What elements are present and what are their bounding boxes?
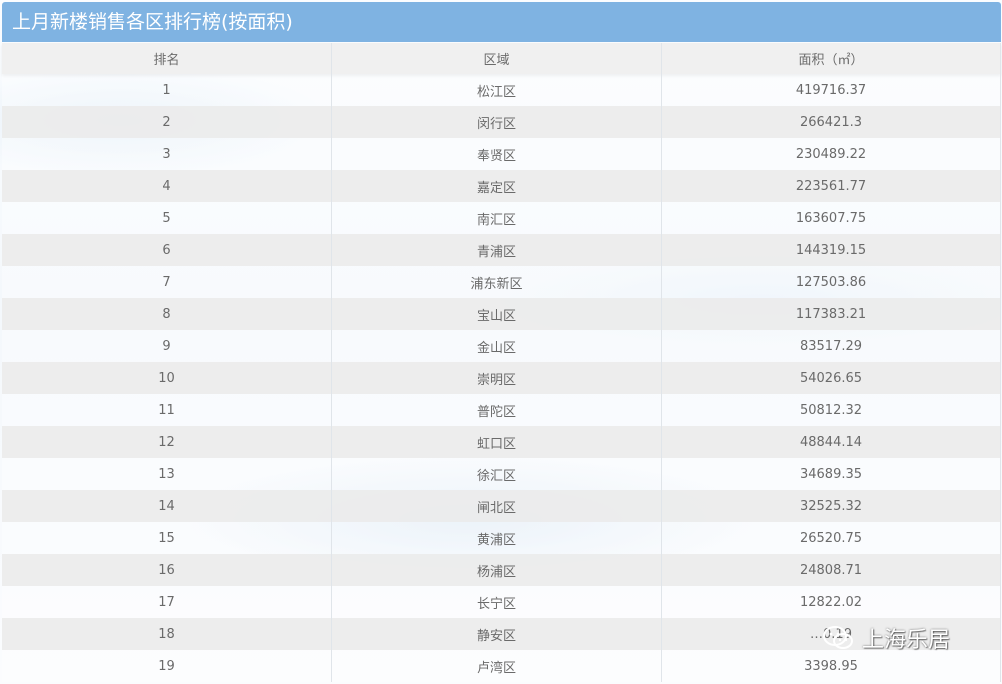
table-row: 5 南汇区 163607.75 bbox=[2, 202, 1001, 234]
cell-area: 3398.95 bbox=[662, 650, 1001, 682]
cell-district: 奉贤区 bbox=[332, 138, 662, 170]
table-row: 14 闸北区 32525.32 bbox=[2, 490, 1001, 522]
cell-rank: 4 bbox=[2, 170, 332, 202]
cell-area: 266421.3 bbox=[662, 106, 1001, 138]
cell-rank: 3 bbox=[2, 138, 332, 170]
cell-rank: 8 bbox=[2, 298, 332, 330]
table-row: 2 闵行区 266421.3 bbox=[2, 106, 1001, 138]
cell-area: 230489.22 bbox=[662, 138, 1001, 170]
cell-area: 48844.14 bbox=[662, 426, 1001, 458]
cell-district: 浦东新区 bbox=[332, 266, 662, 298]
cell-area: 26520.75 bbox=[662, 522, 1001, 554]
cell-area: 50812.32 bbox=[662, 394, 1001, 426]
cell-area: 419716.37 bbox=[662, 74, 1001, 106]
table-row: 10 崇明区 54026.65 bbox=[2, 362, 1001, 394]
ranking-table: 排名 区域 面积（㎡） 1 松江区 419716.37 2 闵行区 266421.3 3 奉贤… bbox=[2, 43, 1001, 682]
cell-district: 静安区 bbox=[332, 618, 662, 650]
cell-area: 83517.29 bbox=[662, 330, 1001, 362]
cell-district: 南汇区 bbox=[332, 202, 662, 234]
cell-rank: 7 bbox=[2, 266, 332, 298]
table-row: 13 徐汇区 34689.35 bbox=[2, 458, 1001, 490]
ranking-board: 上月新楼销售各区排行榜(按面积) 排名 区域 面积（㎡） 1 松江区 419716.… bbox=[0, 0, 1002, 684]
header-rank: 排名 bbox=[2, 43, 332, 74]
table-row: 7 浦东新区 127503.86 bbox=[2, 266, 1001, 298]
cell-rank: 2 bbox=[2, 106, 332, 138]
table-row: 4 嘉定区 223561.77 bbox=[2, 170, 1001, 202]
cell-rank: 18 bbox=[2, 618, 332, 650]
cell-district: 普陀区 bbox=[332, 394, 662, 426]
table-row: 17 长宁区 12822.02 bbox=[2, 586, 1001, 618]
cell-area: 54026.65 bbox=[662, 362, 1001, 394]
cell-district: 虹口区 bbox=[332, 426, 662, 458]
wechat-icon bbox=[823, 626, 853, 649]
cell-district: 杨浦区 bbox=[332, 554, 662, 586]
watermark: 上海乐居 bbox=[822, 622, 950, 654]
cell-rank: 1 bbox=[2, 74, 332, 106]
table-body: 1 松江区 419716.37 2 闵行区 266421.3 3 奉贤区 230489.22 4 嘉… bbox=[2, 74, 1001, 682]
cell-rank: 12 bbox=[2, 426, 332, 458]
table-row: 3 奉贤区 230489.22 bbox=[2, 138, 1001, 170]
cell-district: 宝山区 bbox=[332, 298, 662, 330]
table-row: 19 卢湾区 3398.95 bbox=[2, 650, 1001, 682]
cell-rank: 11 bbox=[2, 394, 332, 426]
cell-district: 卢湾区 bbox=[332, 650, 662, 682]
cell-district: 黄浦区 bbox=[332, 522, 662, 554]
cell-rank: 19 bbox=[2, 650, 332, 682]
cell-rank: 10 bbox=[2, 362, 332, 394]
cell-rank: 9 bbox=[2, 330, 332, 362]
title-bar: 上月新楼销售各区排行榜(按面积) bbox=[2, 2, 1001, 42]
table-header: 排名 区域 面积（㎡） bbox=[2, 43, 1001, 74]
page-title: 上月新楼销售各区排行榜(按面积) bbox=[12, 11, 293, 33]
cell-district: 松江区 bbox=[332, 74, 662, 106]
cell-area: 117383.21 bbox=[662, 298, 1001, 330]
table-row: 12 虹口区 48844.14 bbox=[2, 426, 1001, 458]
table-row: 8 宝山区 117383.21 bbox=[2, 298, 1001, 330]
cell-area: 34689.35 bbox=[662, 458, 1001, 490]
cell-rank: 16 bbox=[2, 554, 332, 586]
cell-district: 长宁区 bbox=[332, 586, 662, 618]
cell-district: 闸北区 bbox=[332, 490, 662, 522]
header-area: 面积（㎡） bbox=[662, 43, 1001, 74]
cell-rank: 5 bbox=[2, 202, 332, 234]
cell-area: 32525.32 bbox=[662, 490, 1001, 522]
table-row: 9 金山区 83517.29 bbox=[2, 330, 1001, 362]
cell-area: 144319.15 bbox=[662, 234, 1001, 266]
cell-area: 163607.75 bbox=[662, 202, 1001, 234]
cell-rank: 6 bbox=[2, 234, 332, 266]
header-district: 区域 bbox=[332, 43, 662, 74]
cell-area: 12822.02 bbox=[662, 586, 1001, 618]
cell-district: 金山区 bbox=[332, 330, 662, 362]
cell-area: 24808.71 bbox=[662, 554, 1001, 586]
cell-district: 青浦区 bbox=[332, 234, 662, 266]
cell-rank: 17 bbox=[2, 586, 332, 618]
cell-rank: 15 bbox=[2, 522, 332, 554]
cell-area: 223561.77 bbox=[662, 170, 1001, 202]
table-row: 6 青浦区 144319.15 bbox=[2, 234, 1001, 266]
cell-district: 崇明区 bbox=[332, 362, 662, 394]
cell-rank: 14 bbox=[2, 490, 332, 522]
watermark-text: 上海乐居 bbox=[862, 628, 951, 653]
cell-district: 闵行区 bbox=[332, 106, 662, 138]
table-row: 11 普陀区 50812.32 bbox=[2, 394, 1001, 426]
cell-district: 嘉定区 bbox=[332, 170, 662, 202]
cell-rank: 13 bbox=[2, 458, 332, 490]
table-row: 16 杨浦区 24808.71 bbox=[2, 554, 1001, 586]
cell-area: 127503.86 bbox=[662, 266, 1001, 298]
table-row: 15 黄浦区 26520.75 bbox=[2, 522, 1001, 554]
cell-district: 徐汇区 bbox=[332, 458, 662, 490]
table-row: 1 松江区 419716.37 bbox=[2, 74, 1001, 106]
